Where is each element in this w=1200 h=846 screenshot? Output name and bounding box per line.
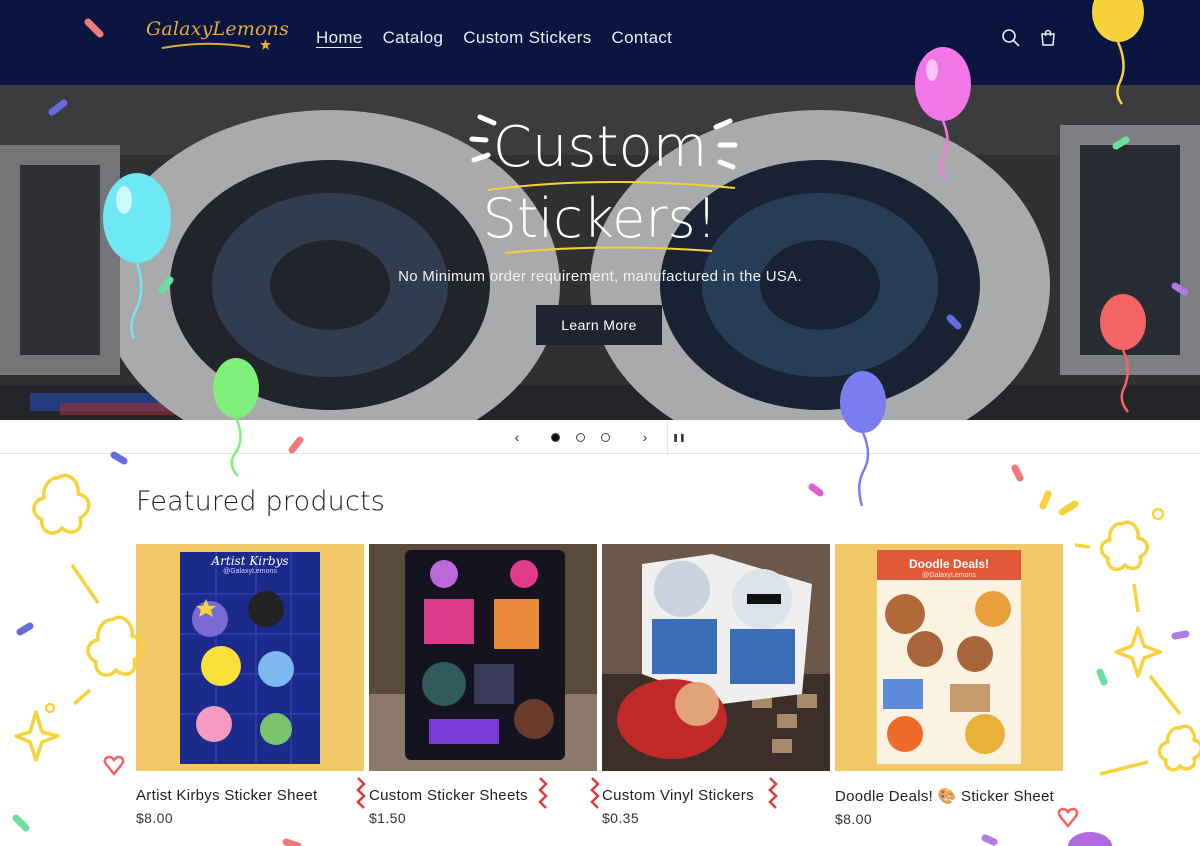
product-card[interactable]: Custom Vinyl Stickers $0.35 <box>602 544 830 826</box>
nav-custom-stickers[interactable]: Custom Stickers <box>463 28 591 48</box>
learn-more-button[interactable]: Learn More <box>536 305 662 345</box>
slideshow-controls: ‹ › ❚❚ <box>0 420 1200 454</box>
product-card[interactable]: Artist Kirbys @GalaxyLemons Artist Kirby… <box>136 544 364 826</box>
product-price: $1.50 <box>369 810 407 826</box>
product-card[interactable]: Custom Sticker Sheets $1.50 <box>369 544 597 826</box>
product-image-sublabel: @GalaxyLemons <box>223 568 277 575</box>
nav-catalog[interactable]: Catalog <box>383 28 444 48</box>
product-card[interactable]: Doodle Deals! @GalaxyLemons Doodle Deals… <box>835 544 1063 827</box>
hero-title-line2: Stickers! <box>482 187 718 250</box>
slide-dot-1[interactable] <box>551 433 560 442</box>
product-image-label: Doodle Deals! <box>908 557 989 571</box>
product-name[interactable]: Custom Vinyl Stickers <box>602 787 830 804</box>
featured-products-heading: Featured products <box>136 486 386 517</box>
product-name[interactable]: Custom Sticker Sheets <box>369 787 597 804</box>
search-icon[interactable] <box>1001 28 1021 48</box>
product-image[interactable] <box>369 544 597 771</box>
logo-star-icon <box>260 39 271 50</box>
product-image-label: Artist Kirbys <box>211 554 289 568</box>
hero-subtitle: No Minimum order requirement, manufactur… <box>398 268 802 285</box>
logo-swoosh <box>161 42 251 49</box>
product-price: $0.35 <box>602 810 640 826</box>
product-price: $8.00 <box>835 811 873 827</box>
slide-dot-2[interactable] <box>576 433 585 442</box>
product-name[interactable]: Doodle Deals! 🎨 Sticker Sheet <box>835 787 1063 805</box>
product-image[interactable] <box>602 544 830 771</box>
pause-slideshow-button[interactable]: ❚❚ <box>668 426 690 448</box>
logo[interactable]: GalaxyLemons <box>146 14 289 58</box>
product-name[interactable]: Artist Kirbys Sticker Sheet <box>136 787 364 804</box>
next-slide-button[interactable]: › <box>634 426 656 448</box>
product-image[interactable]: Artist Kirbys @GalaxyLemons <box>136 544 364 771</box>
product-image[interactable]: Doodle Deals! @GalaxyLemons <box>835 544 1063 771</box>
hero-banner: Custom Stickers! No Minimum order requir… <box>0 85 1200 420</box>
nav-contact[interactable]: Contact <box>612 28 673 48</box>
product-image-sublabel: @GalaxyLemons <box>922 572 976 579</box>
slide-dot-3[interactable] <box>601 433 610 442</box>
main-nav: Home Catalog Custom Stickers Contact <box>316 28 672 48</box>
nav-home[interactable]: Home <box>316 28 363 48</box>
site-header: GalaxyLemons Home Catalog Custom Sticker… <box>0 0 1200 85</box>
cart-icon[interactable] <box>1038 28 1058 48</box>
product-price: $8.00 <box>136 810 174 826</box>
hero-title-line1: Custom <box>492 115 708 180</box>
previous-slide-button[interactable]: ‹ <box>506 426 528 448</box>
logo-text: GalaxyLemons <box>146 18 290 40</box>
